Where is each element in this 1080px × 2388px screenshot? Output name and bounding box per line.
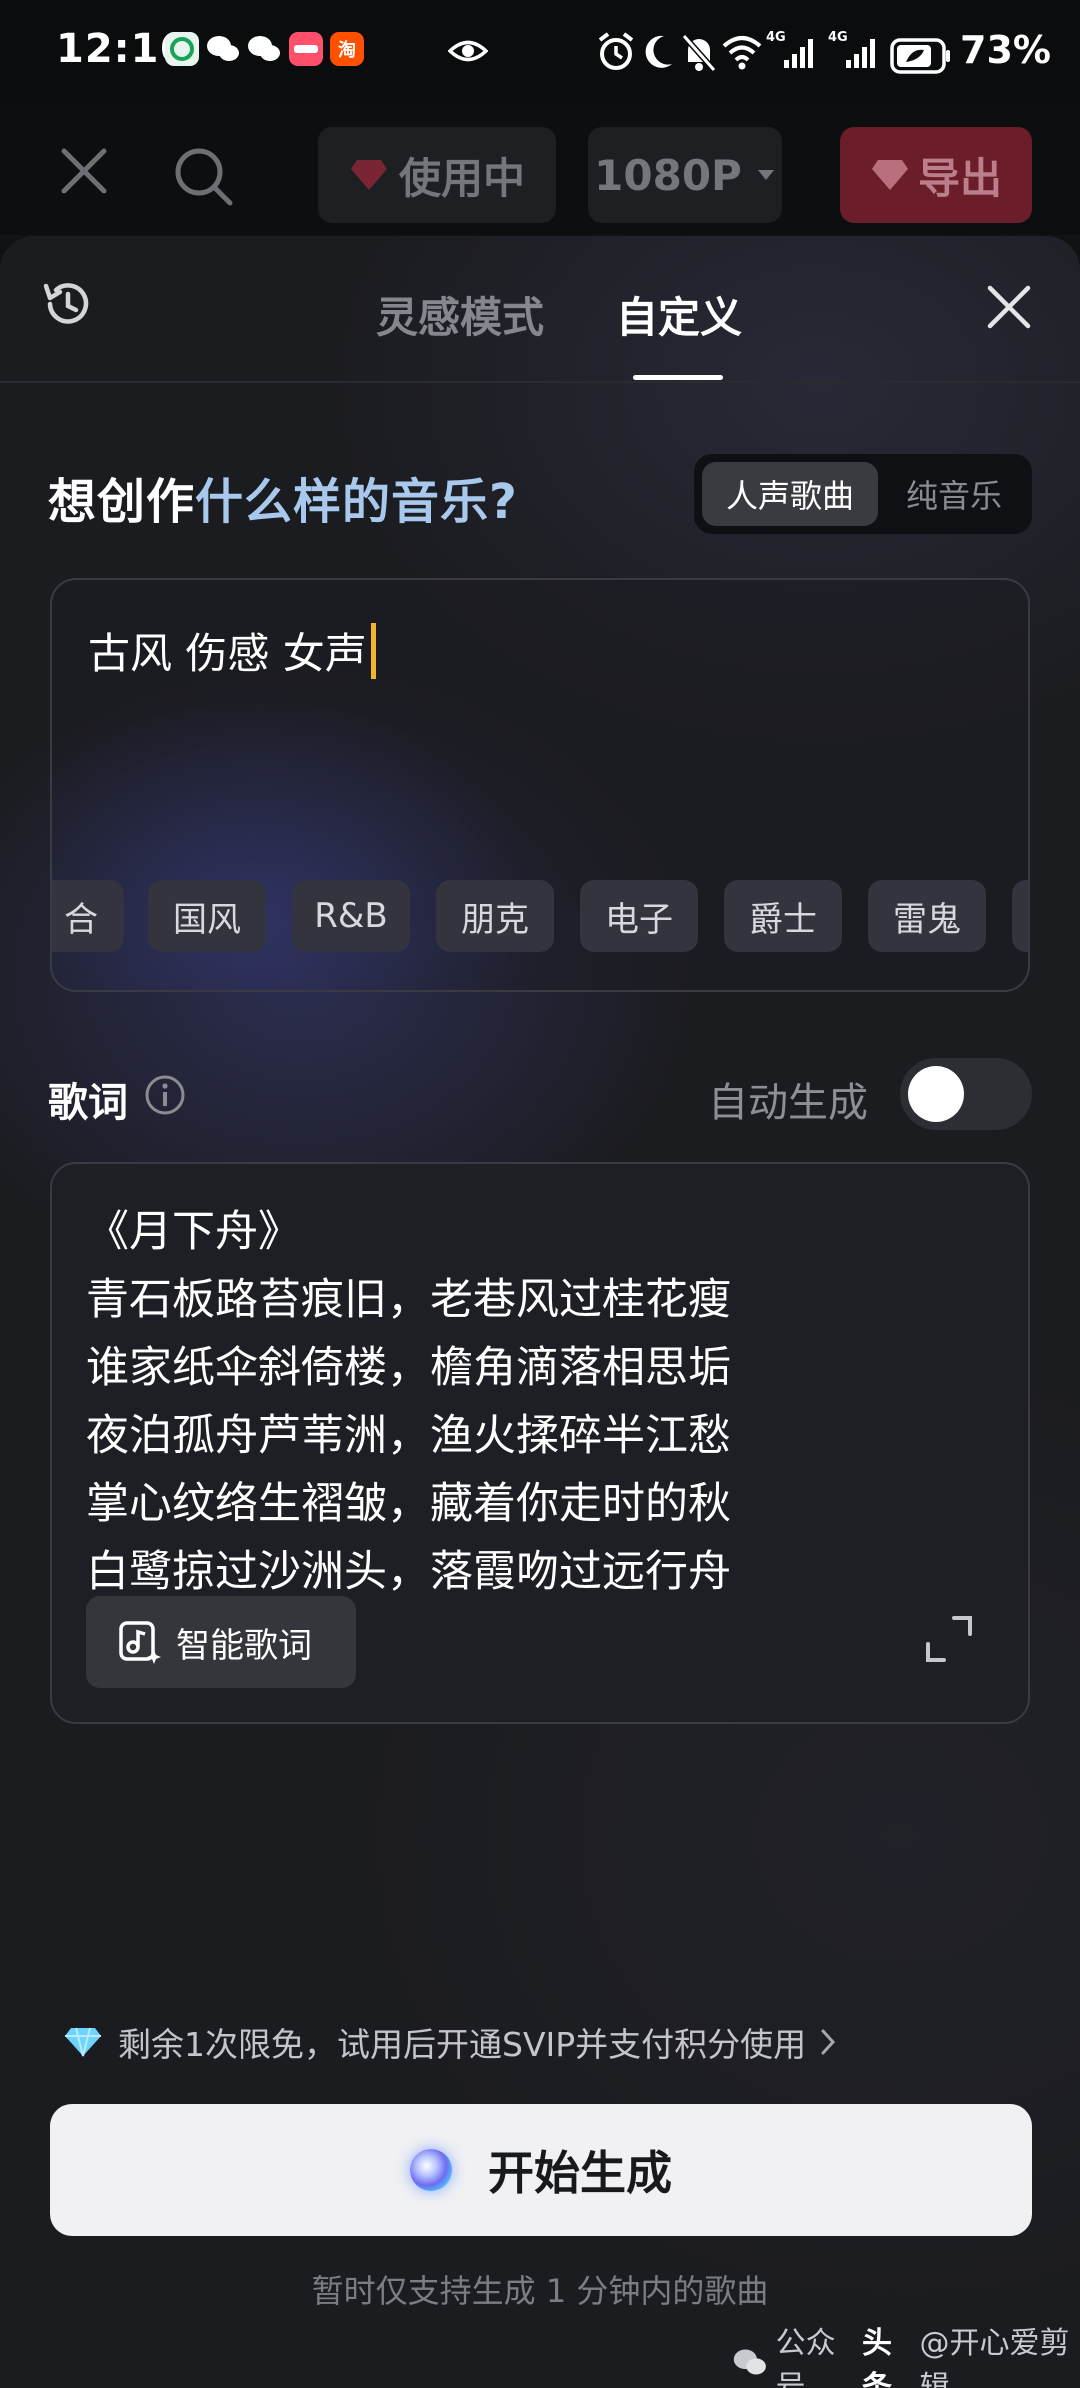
diamond-icon (350, 160, 387, 190)
ai-music-note-icon (119, 1621, 161, 1664)
history-icon[interactable] (40, 276, 96, 332)
battery-icon (890, 38, 950, 74)
editor-toolbar: 使用中 1080P 导出 (0, 105, 1080, 235)
music-generation-sheet: 灵感模式 自定义 想创作什么样的音乐? 人声歌曲 纯音乐 古风 伤感 女声 合 … (0, 236, 1080, 2388)
alarm-icon (598, 32, 634, 70)
watermark-text: 头条 (861, 2326, 892, 2388)
lyrics-line: 掌心纹络生褶皱，藏着你走时的秋 (86, 1479, 731, 1529)
info-icon[interactable] (144, 1074, 186, 1116)
tab-custom[interactable]: 自定义 (616, 284, 742, 345)
section-title-part1: 想创作 (48, 474, 196, 530)
watermark-text: 公众号 (775, 2326, 836, 2388)
chevron-right-icon (821, 2029, 836, 2055)
style-prompt-input[interactable]: 古风 伤感 女声 合 国风 R&B 朋克 电子 爵士 雷鬼 (50, 578, 1030, 992)
lyrics-line: 青石板路苔痕旧，老巷风过桂花瘦 (86, 1275, 731, 1325)
close-icon[interactable] (58, 145, 110, 197)
trial-notice-text: 剩余1次限免，试用后开通SVIP并支付积分使用 (118, 2025, 807, 2064)
lyrics-text: 《月下舟》 青石板路苔痕旧，老巷风过桂花瘦 谁家纸伞斜倚楼，檐角滴落相思垢 夜泊… (86, 1198, 986, 1598)
style-chip[interactable] (1012, 880, 1028, 952)
lyrics-line: 白鹭掠过沙洲头，落霞吻过远行舟 (86, 1547, 731, 1597)
style-chip[interactable]: 雷鬼 (868, 880, 986, 952)
wechat-icon (733, 2349, 766, 2375)
style-chip[interactable]: 合 (52, 880, 124, 952)
taobao-icon: 淘 (330, 32, 364, 66)
signal-icon (784, 39, 813, 68)
tab-inspiration-mode[interactable]: 灵感模式 (376, 284, 544, 345)
style-chip[interactable]: 朋克 (436, 880, 554, 952)
watermark-text: @开心爱剪辑 (919, 2326, 1070, 2388)
mode-option-vocal[interactable]: 人声歌曲 (702, 462, 878, 526)
section-title: 想创作什么样的音乐? (48, 462, 518, 532)
wechat-icon (247, 32, 281, 66)
auto-generate-toggle[interactable] (900, 1058, 1032, 1130)
trial-notice[interactable]: 剩余1次限免，试用后开通SVIP并支付积分使用 (64, 2018, 836, 2066)
export-button[interactable]: 导出 (840, 127, 1032, 223)
status-bar: 12:16 淘 4G 4G 73% (0, 0, 1080, 105)
resolution-label: 1080P (594, 150, 742, 200)
active-tab-indicator (633, 375, 723, 380)
diamond-icon (65, 2027, 101, 2057)
battery-percent: 73% (960, 28, 1051, 72)
text-caret (370, 622, 376, 679)
screen: 12:16 淘 4G 4G 73% 使用中 1080P 导出 灵感模式 自定义 … (0, 0, 1080, 2388)
moon-icon (645, 35, 672, 68)
export-label: 导出 (917, 153, 1002, 203)
vip-status-button[interactable]: 使用中 (318, 127, 556, 223)
lyrics-line: 《月下舟》 (86, 1207, 301, 1257)
search-icon[interactable] (172, 145, 236, 209)
section-title-part2: 什么样的音乐? (195, 474, 518, 530)
smart-lyrics-label: 智能歌词 (176, 1625, 312, 1666)
start-generate-label: 开始生成 (488, 2146, 672, 2200)
lyrics-label: 歌词 (48, 1080, 128, 1126)
start-generate-button[interactable]: 开始生成 (50, 2104, 1032, 2236)
mute-bell-icon (681, 34, 717, 72)
style-chip[interactable]: 电子 (580, 880, 698, 952)
auto-generate-label: 自动生成 (708, 1080, 868, 1126)
duration-note: 暂时仅支持生成 1 分钟内的歌曲 (311, 2272, 769, 2310)
shopping-app-icon (289, 32, 323, 66)
signal-icon (846, 39, 875, 68)
close-icon[interactable] (986, 284, 1032, 330)
style-chip[interactable]: 国风 (148, 880, 266, 952)
mode-segmented-control: 人声歌曲 纯音乐 (694, 454, 1032, 534)
mode-option-instrumental[interactable]: 纯音乐 (884, 462, 1024, 526)
vip-status-label: 使用中 (398, 153, 525, 203)
watermark: 公众号 头条 @开心爱剪辑 (732, 2318, 1080, 2388)
style-chip[interactable]: R&B (292, 880, 410, 952)
wifi-icon (722, 36, 762, 70)
lyrics-editor[interactable]: 《月下舟》 青石板路苔痕旧，老巷风过桂花瘦 谁家纸伞斜倚楼，檐角滴落相思垢 夜泊… (50, 1162, 1030, 1724)
style-chip-row: 合 国风 R&B 朋克 电子 爵士 雷鬼 (52, 880, 1028, 954)
lyrics-line: 夜泊孤舟芦苇洲，渔火揉碎半江愁 (86, 1411, 731, 1461)
style-prompt-value: 古风 伤感 女声 (88, 629, 367, 678)
lyrics-line: 谁家纸伞斜倚楼，檐角滴落相思垢 (86, 1343, 731, 1393)
resolution-selector[interactable]: 1080P (588, 127, 782, 223)
diamond-icon (871, 160, 908, 190)
wechat-icon (206, 32, 240, 66)
expand-icon[interactable] (924, 1614, 974, 1664)
app-notification-icon (165, 32, 199, 66)
smart-lyrics-button[interactable]: 智能歌词 (86, 1596, 356, 1688)
style-prompt-text: 古风 伤感 女声 (88, 620, 376, 681)
chevron-down-icon (757, 170, 774, 180)
divider (0, 381, 1080, 383)
style-chip[interactable]: 爵士 (724, 880, 842, 952)
toggle-knob (908, 1066, 964, 1122)
ai-orb-icon (410, 2149, 452, 2191)
eye-icon (448, 40, 488, 62)
